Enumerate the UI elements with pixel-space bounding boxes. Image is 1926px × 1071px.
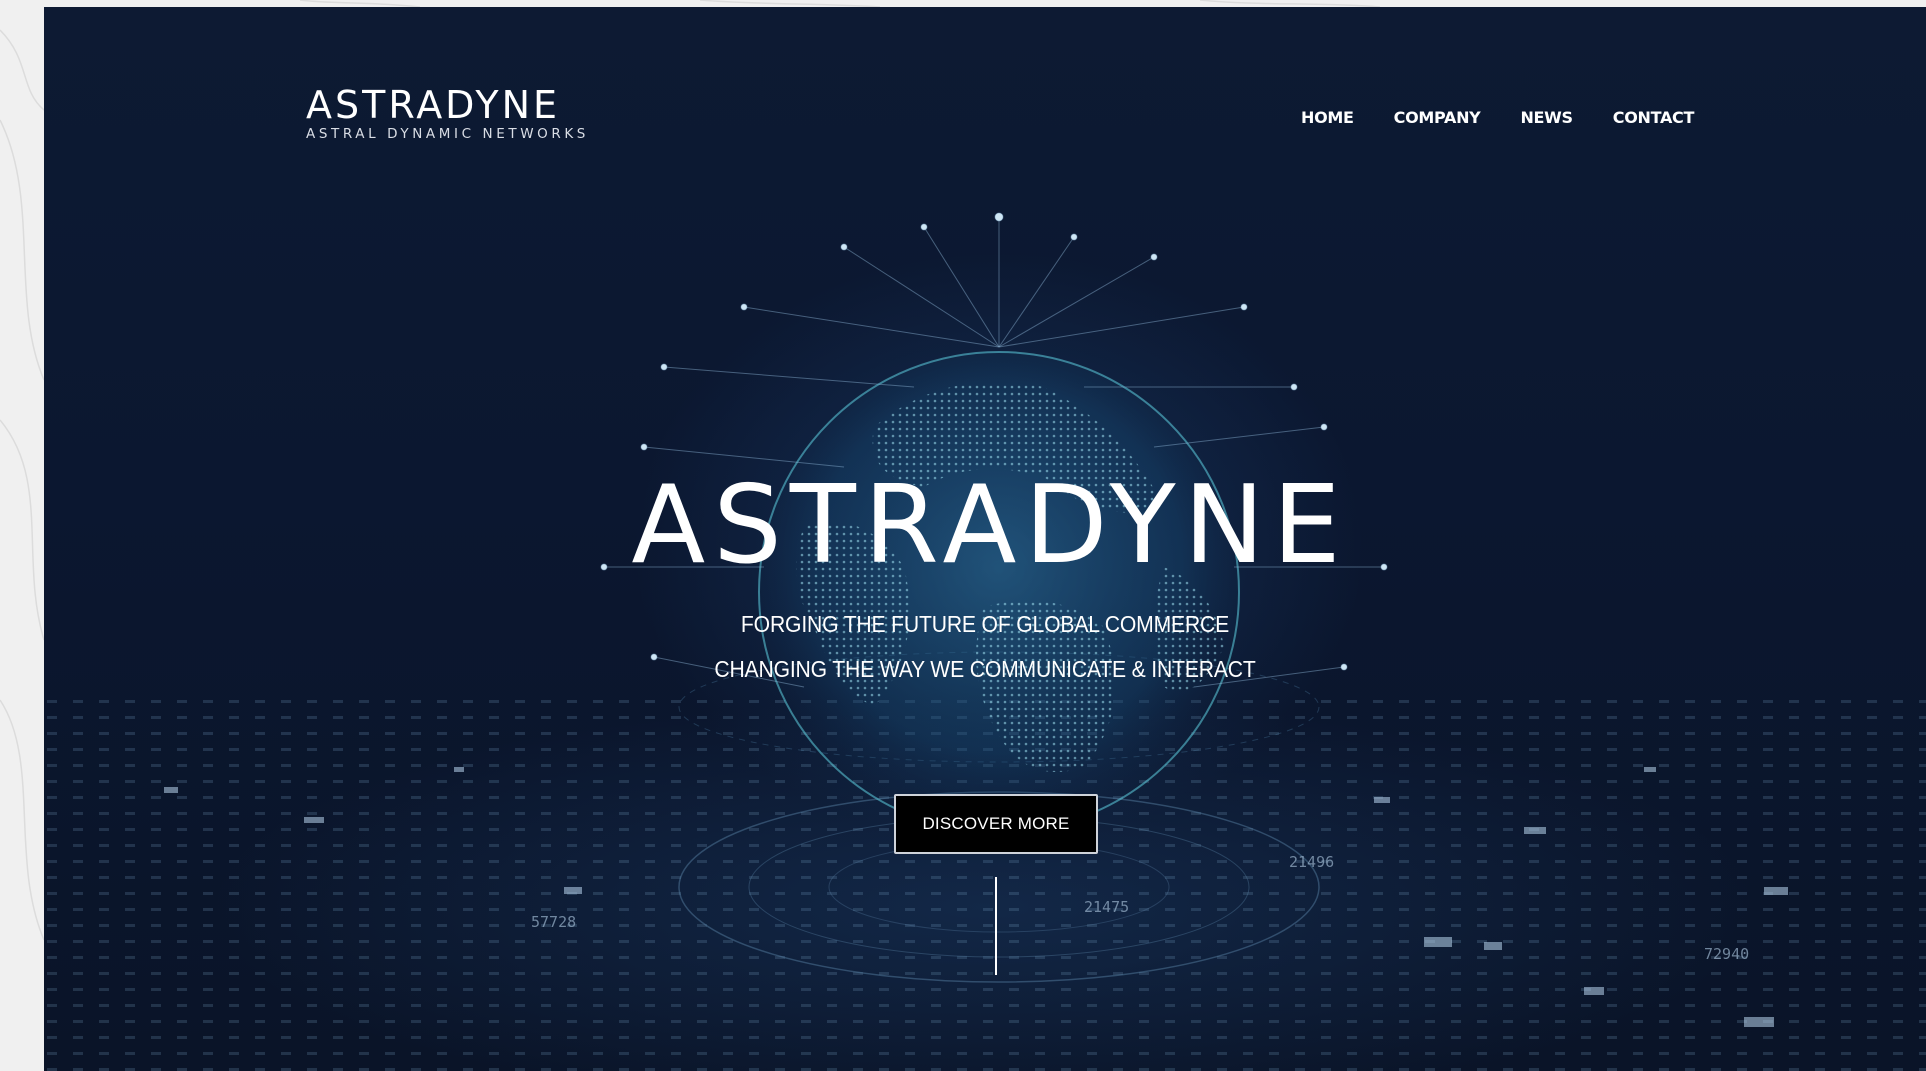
brand-logo[interactable]: ASTRADYNE ASTRAL DYNAMIC NETWORKS — [306, 85, 589, 142]
nav-item-contact[interactable]: CONTACT — [1613, 108, 1695, 127]
hero-section: 57728 21475 21496 72940 ASTRADYNE ASTRAL… — [44, 7, 1926, 1071]
hero-title: ASTRADYNE — [631, 463, 1349, 588]
brand-tagline: ASTRAL DYNAMIC NETWORKS — [306, 126, 589, 142]
floor-label-3: 21496 — [1289, 853, 1334, 871]
hero-subtitle-1: FORGING THE FUTURE OF GLOBAL COMMERCE — [740, 611, 1230, 637]
nav-item-news[interactable]: NEWS — [1520, 108, 1573, 127]
nav-item-company[interactable]: COMPANY — [1394, 108, 1481, 127]
hero-subtitle-2: CHANGING THE WAY WE COMMUNICATE & INTERA… — [714, 656, 1256, 682]
floor-label-4: 72940 — [1704, 945, 1749, 963]
floor-label-1: 57728 — [531, 913, 576, 931]
brand-name: ASTRADYNE — [306, 83, 561, 127]
nav-item-home[interactable]: HOME — [1301, 108, 1354, 127]
scroll-indicator — [995, 877, 997, 975]
discover-more-button[interactable]: DISCOVER MORE — [894, 794, 1098, 854]
floor-label-2: 21475 — [1084, 898, 1129, 916]
main-nav: HOME COMPANY NEWS CONTACT — [1301, 108, 1694, 127]
